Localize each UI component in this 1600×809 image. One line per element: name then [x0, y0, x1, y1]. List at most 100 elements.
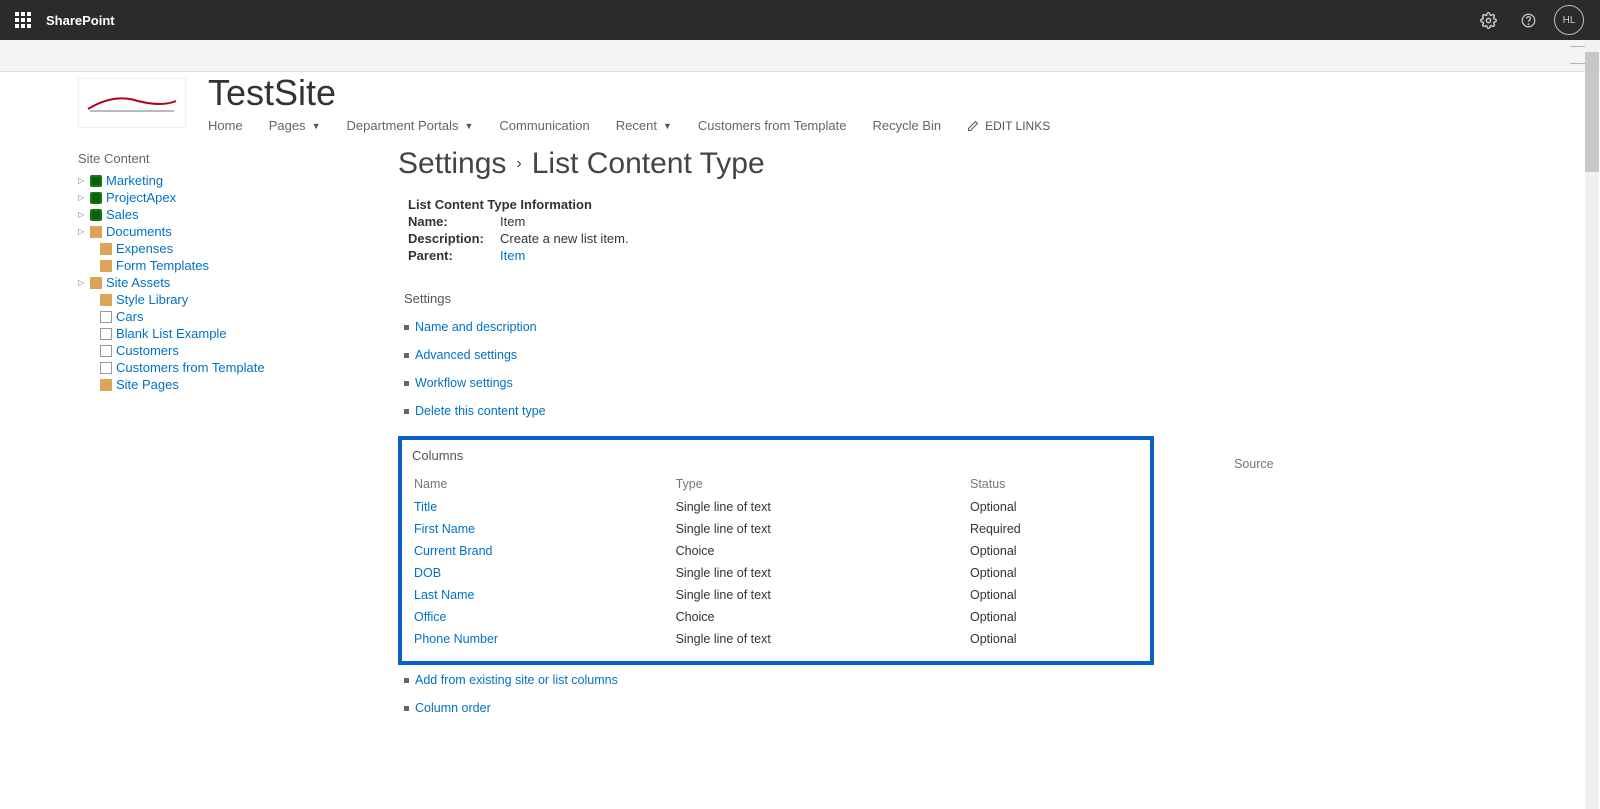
lib-icon	[100, 379, 112, 391]
sidebar-item[interactable]: ▷Marketing	[78, 172, 378, 189]
table-row: TitleSingle line of textOptional	[414, 497, 1138, 517]
sidebar-item[interactable]: ▷Sales	[78, 206, 378, 223]
site-icon	[90, 192, 102, 204]
app-launcher-icon[interactable]	[6, 3, 40, 37]
column-status: Required	[970, 519, 1138, 539]
column-status: Optional	[970, 541, 1138, 561]
sidebar-item[interactable]: ▷Site Assets	[78, 274, 378, 291]
col-header-status[interactable]: Status	[970, 477, 1138, 495]
sidebar-item-label: Sales	[106, 207, 139, 222]
column-name-link[interactable]: Last Name	[414, 585, 674, 605]
info-parent-link[interactable]: Item	[500, 248, 525, 263]
site-logo[interactable]	[78, 78, 186, 128]
site-header: TestSite Home Pages▼ Department Portals▼…	[0, 72, 1600, 133]
sidebar-item-label: Marketing	[106, 173, 163, 188]
sidebar-item-label: Site Pages	[116, 377, 179, 392]
edit-links-button[interactable]: EDIT LINKS	[967, 119, 1050, 133]
table-row: Phone NumberSingle line of textOptional	[414, 629, 1138, 649]
avatar[interactable]: HL	[1554, 5, 1584, 35]
scrollbar[interactable]	[1585, 40, 1599, 809]
site-icon	[90, 175, 102, 187]
nav-recycle-bin[interactable]: Recycle Bin	[872, 118, 941, 133]
link-name-description[interactable]: Name and description	[415, 320, 537, 334]
nav-pages[interactable]: Pages▼	[269, 118, 321, 133]
lib-icon	[90, 226, 102, 238]
nav-customers-template[interactable]: Customers from Template	[698, 118, 847, 133]
column-name-link[interactable]: Phone Number	[414, 629, 674, 649]
lib-icon	[100, 294, 112, 306]
link-advanced-settings[interactable]: Advanced settings	[415, 348, 517, 362]
site-title[interactable]: TestSite	[208, 72, 1050, 114]
pencil-icon	[967, 120, 979, 132]
sidebar-item[interactable]: Customers	[78, 342, 378, 359]
main-content: Settings › List Content Type List Conten…	[398, 147, 1600, 729]
info-name-label: Name:	[408, 214, 486, 229]
col-header-type[interactable]: Type	[676, 477, 968, 495]
table-row: OfficeChoiceOptional	[414, 607, 1138, 627]
nav-recent[interactable]: Recent▼	[616, 118, 672, 133]
sidebar-item[interactable]: Expenses	[78, 240, 378, 257]
site-icon	[90, 209, 102, 221]
column-name-link[interactable]: Title	[414, 497, 674, 517]
column-status: Optional	[970, 607, 1138, 627]
link-delete-content-type[interactable]: Delete this content type	[415, 404, 546, 418]
column-name-link[interactable]: Office	[414, 607, 674, 627]
sidebar-item[interactable]: ▷ProjectApex	[78, 189, 378, 206]
breadcrumb-settings[interactable]: Settings	[398, 147, 506, 181]
tree-caret-icon: ▷	[78, 227, 86, 236]
sidebar-item-label: Form Templates	[116, 258, 209, 273]
link-add-existing-columns[interactable]: Add from existing site or list columns	[415, 673, 618, 687]
sidebar-item-label: Site Assets	[106, 275, 170, 290]
col-header-name[interactable]: Name	[414, 477, 674, 495]
columns-heading: Columns	[412, 448, 1140, 463]
chevron-down-icon: ▼	[464, 121, 473, 131]
column-name-link[interactable]: First Name	[414, 519, 674, 539]
nav-home[interactable]: Home	[208, 118, 243, 133]
sidebar-item[interactable]: ▷Documents	[78, 223, 378, 240]
breadcrumb: Settings › List Content Type	[398, 147, 1560, 181]
bullet-icon	[404, 353, 409, 358]
column-status: Optional	[970, 585, 1138, 605]
settings-heading: Settings	[404, 291, 1560, 306]
content-wrap: Site Content ▷Marketing▷ProjectApex▷Sale…	[0, 147, 1600, 729]
column-type: Single line of text	[676, 519, 968, 539]
sidebar-item[interactable]: Form Templates	[78, 257, 378, 274]
breadcrumb-current: List Content Type	[532, 147, 765, 181]
column-status: Optional	[970, 497, 1138, 517]
sidebar-item[interactable]: Blank List Example	[78, 325, 378, 342]
link-workflow-settings[interactable]: Workflow settings	[415, 376, 513, 390]
lib-icon	[100, 260, 112, 272]
table-row: Current BrandChoiceOptional	[414, 541, 1138, 561]
sidebar-item[interactable]: Site Pages	[78, 376, 378, 393]
gear-icon[interactable]	[1474, 6, 1502, 34]
sidebar-item[interactable]: Style Library	[78, 291, 378, 308]
sidebar-item[interactable]: Cars	[78, 308, 378, 325]
suite-bar: SharePoint HL	[0, 0, 1600, 40]
sidebar-item-label: Customers	[116, 343, 179, 358]
column-type: Single line of text	[676, 585, 968, 605]
info-heading: List Content Type Information	[408, 197, 1560, 212]
sidebar-item[interactable]: Customers from Template	[78, 359, 378, 376]
top-nav: Home Pages▼ Department Portals▼ Communic…	[208, 118, 1050, 133]
column-name-link[interactable]: Current Brand	[414, 541, 674, 561]
column-type: Choice	[676, 541, 968, 561]
sidebar-item-label: ProjectApex	[106, 190, 176, 205]
left-nav: Site Content ▷Marketing▷ProjectApex▷Sale…	[78, 147, 398, 729]
scroll-thumb[interactable]	[1585, 52, 1599, 172]
ribbon-strip	[0, 40, 1600, 72]
chevron-down-icon: ▼	[312, 121, 321, 131]
nav-communication[interactable]: Communication	[499, 118, 589, 133]
table-row: First NameSingle line of textRequired	[414, 519, 1138, 539]
bullet-icon	[404, 678, 409, 683]
column-name-link[interactable]: DOB	[414, 563, 674, 583]
col-header-source[interactable]: Source	[1234, 457, 1274, 471]
chevron-down-icon: ▼	[663, 121, 672, 131]
link-column-order[interactable]: Column order	[415, 701, 491, 715]
columns-table: Name Type Status TitleSingle line of tex…	[412, 475, 1140, 651]
column-status: Optional	[970, 629, 1138, 649]
nav-department-portals[interactable]: Department Portals▼	[346, 118, 473, 133]
brand-label[interactable]: SharePoint	[46, 13, 115, 28]
list-icon	[100, 311, 112, 323]
info-parent-label: Parent:	[408, 248, 486, 263]
help-icon[interactable]	[1514, 6, 1542, 34]
